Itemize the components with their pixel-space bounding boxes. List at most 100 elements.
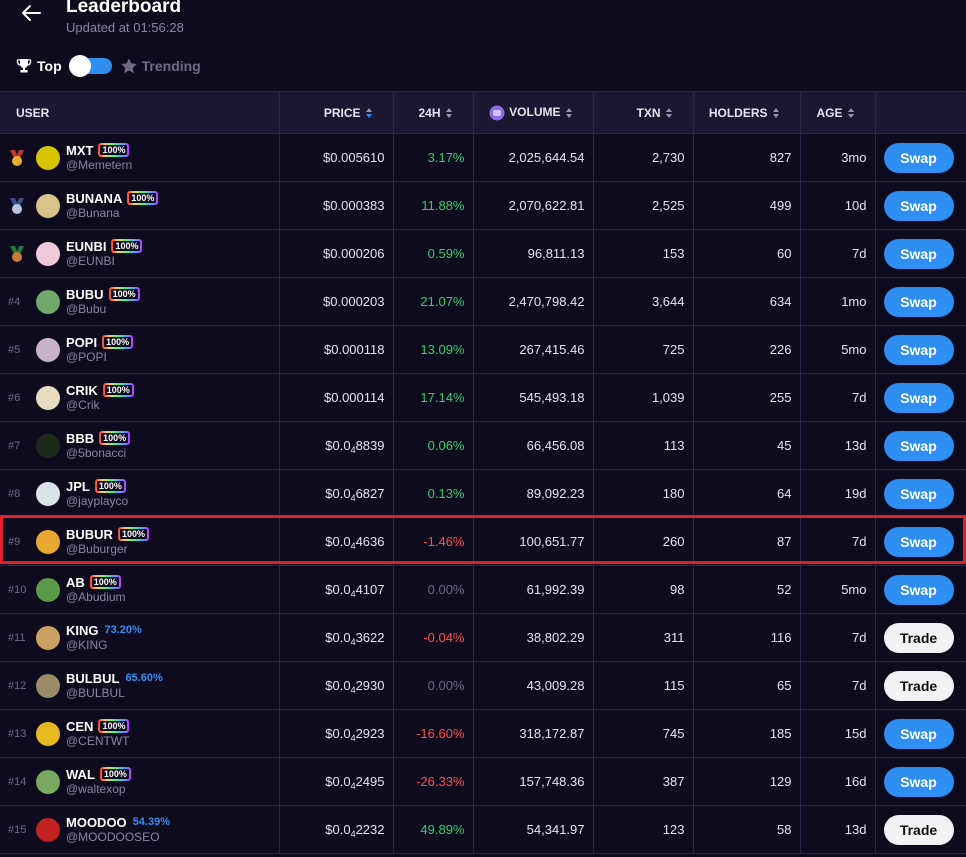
table-row[interactable]: EUNBI 100% @EUNBI $0.000206 0.59% 96,811.13 15… xyxy=(0,229,966,278)
table-row[interactable]: #15 MOODOO 54.39% @MOODOOSEO $0.042232 49.89%… xyxy=(0,805,966,854)
col-holders[interactable]: HOLDERS xyxy=(692,91,800,134)
tab-top[interactable]: Top xyxy=(16,58,62,74)
table-row[interactable]: #10 AB 100% @Abudium $0.044107 0.00% 61,992.39… xyxy=(0,565,966,614)
swap-button[interactable]: Swap xyxy=(883,766,954,797)
swap-button[interactable]: Swap xyxy=(883,430,954,461)
swap-button[interactable]: Swap xyxy=(883,142,954,173)
user-info[interactable]: #13 CEN 100% @CENTWT xyxy=(8,719,271,749)
swap-button[interactable]: Swap xyxy=(883,382,954,413)
user-cell[interactable]: #5 POPI 100% @POPI xyxy=(0,325,279,374)
user-cell[interactable]: EUNBI 100% @EUNBI xyxy=(0,229,279,278)
user-info[interactable]: #14 WAL 100% @waltexop xyxy=(8,767,271,797)
user-cell[interactable]: #14 WAL 100% @waltexop xyxy=(0,757,279,806)
token-name[interactable]: CRIK xyxy=(66,383,98,398)
creator-handle[interactable]: @5bonacci xyxy=(66,446,130,461)
token-name[interactable]: BUNANA xyxy=(66,191,122,206)
creator-handle[interactable]: @BULBUL xyxy=(66,686,163,701)
user-info[interactable]: #8 JPL 100% @jayplayco xyxy=(8,479,271,509)
user-cell[interactable]: #6 CRIK 100% @Crik xyxy=(0,373,279,422)
table-row[interactable]: #4 BUBU 100% @Bubu $0.000203 21.07% 2,470,798.… xyxy=(0,277,966,326)
creator-handle[interactable]: @Buburger xyxy=(66,542,149,557)
creator-handle[interactable]: @POPI xyxy=(66,350,133,365)
table-row[interactable]: #5 POPI 100% @POPI $0.000118 13.09% 267,415.46… xyxy=(0,325,966,374)
creator-handle[interactable]: @Abudium xyxy=(66,590,126,605)
tab-trending[interactable]: Trending xyxy=(120,57,201,75)
user-info[interactable]: BUNANA 100% @Bunana xyxy=(8,191,271,221)
token-name[interactable]: EUNBI xyxy=(66,239,106,254)
user-cell[interactable]: #8 JPL 100% @jayplayco xyxy=(0,469,279,518)
swap-button[interactable]: Swap xyxy=(883,190,954,221)
swap-button[interactable]: Swap xyxy=(883,286,954,317)
creator-handle[interactable]: @Bubu xyxy=(66,302,140,317)
user-info[interactable]: #7 BBB 100% @5bonacci xyxy=(8,431,271,461)
creator-handle[interactable]: @MOODOOSEO xyxy=(66,830,170,845)
token-name[interactable]: CEN xyxy=(66,719,93,734)
user-info[interactable]: #6 CRIK 100% @Crik xyxy=(8,383,271,413)
user-cell[interactable]: #15 MOODOO 54.39% @MOODOOSEO xyxy=(0,805,279,854)
col-price[interactable]: PRICE xyxy=(278,91,393,134)
creator-handle[interactable]: @CENTWT xyxy=(66,734,130,749)
table-row[interactable]: #9 BUBUR 100% @Buburger $0.044636 -1.46% 100,6… xyxy=(0,517,966,566)
user-info[interactable]: #15 MOODOO 54.39% @MOODOOSEO xyxy=(8,815,271,845)
swap-button[interactable]: Swap xyxy=(883,334,954,365)
token-name[interactable]: WAL xyxy=(66,767,95,782)
creator-handle[interactable]: @EUNBI xyxy=(66,254,142,269)
user-cell[interactable]: MXT 100% @Memetern xyxy=(0,133,279,182)
user-info[interactable]: #5 POPI 100% @POPI xyxy=(8,335,271,365)
token-name[interactable]: BBB xyxy=(66,431,94,446)
user-cell[interactable]: #13 CEN 100% @CENTWT xyxy=(0,709,279,758)
col-volume[interactable]: VOLUME xyxy=(472,91,593,134)
back-arrow-icon[interactable] xyxy=(20,2,46,26)
user-cell[interactable]: #9 BUBUR 100% @Buburger xyxy=(0,517,279,566)
col-24h[interactable]: 24H xyxy=(392,91,473,134)
swap-button[interactable]: Swap xyxy=(883,478,954,509)
user-cell[interactable]: #11 KING 73.20% @KING xyxy=(0,613,279,662)
trade-button[interactable]: Trade xyxy=(883,670,954,701)
table-row[interactable]: #14 WAL 100% @waltexop $0.042495 -26.33% 157,7… xyxy=(0,757,966,806)
col-txn[interactable]: TXN xyxy=(592,91,693,134)
token-name[interactable]: BULBUL xyxy=(66,671,119,686)
user-info[interactable]: #4 BUBU 100% @Bubu xyxy=(8,287,271,317)
col-age[interactable]: AGE xyxy=(799,91,875,134)
token-name[interactable]: BUBUR xyxy=(66,527,113,542)
user-info[interactable]: #9 BUBUR 100% @Buburger xyxy=(8,527,271,557)
token-name[interactable]: MOODOO xyxy=(66,815,127,830)
swap-button[interactable]: Swap xyxy=(883,238,954,269)
trade-button[interactable]: Trade xyxy=(883,622,954,653)
creator-handle[interactable]: @jayplayco xyxy=(66,494,128,509)
table-row[interactable]: #6 CRIK 100% @Crik $0.000114 17.14% 545,493.18… xyxy=(0,373,966,422)
table-row[interactable]: #8 JPL 100% @jayplayco $0.046827 0.13% 89,092.… xyxy=(0,469,966,518)
user-info[interactable]: #11 KING 73.20% @KING xyxy=(8,623,271,653)
token-name[interactable]: JPL xyxy=(66,479,90,494)
creator-handle[interactable]: @KING xyxy=(66,638,142,653)
user-cell[interactable]: #4 BUBU 100% @Bubu xyxy=(0,277,279,326)
user-cell[interactable]: #7 BBB 100% @5bonacci xyxy=(0,421,279,470)
token-name[interactable]: AB xyxy=(66,575,85,590)
table-row[interactable]: #13 CEN 100% @CENTWT $0.042923 -16.60% 318,172… xyxy=(0,709,966,758)
table-row[interactable]: #12 BULBUL 65.60% @BULBUL $0.042930 0.00% 43,0… xyxy=(0,661,966,710)
user-info[interactable]: #12 BULBUL 65.60% @BULBUL xyxy=(8,671,271,701)
user-cell[interactable]: #12 BULBUL 65.60% @BULBUL xyxy=(0,661,279,710)
swap-button[interactable]: Swap xyxy=(883,718,954,749)
table-row[interactable]: #11 KING 73.20% @KING $0.043622 -0.04% 38,802.… xyxy=(0,613,966,662)
table-row[interactable]: BUNANA 100% @Bunana $0.000383 11.88% 2,070,62… xyxy=(0,181,966,230)
token-name[interactable]: BUBU xyxy=(66,287,104,302)
token-name[interactable]: KING xyxy=(66,623,99,638)
swap-button[interactable]: Swap xyxy=(883,526,954,557)
user-cell[interactable]: #10 AB 100% @Abudium xyxy=(0,565,279,614)
user-info[interactable]: MXT 100% @Memetern xyxy=(8,143,271,173)
user-info[interactable]: #10 AB 100% @Abudium xyxy=(8,575,271,605)
creator-handle[interactable]: @waltexop xyxy=(66,782,131,797)
token-name[interactable]: POPI xyxy=(66,335,97,350)
user-cell[interactable]: BUNANA 100% @Bunana xyxy=(0,181,279,230)
top-trending-toggle[interactable] xyxy=(68,55,112,77)
table-row[interactable]: #7 BBB 100% @5bonacci $0.048839 0.06% 66,456.0… xyxy=(0,421,966,470)
table-row[interactable]: MXT 100% @Memetern $0.005610 3.17% 2,025,644.… xyxy=(0,133,966,182)
token-name[interactable]: MXT xyxy=(66,143,93,158)
creator-handle[interactable]: @Memetern xyxy=(66,158,132,173)
creator-handle[interactable]: @Crik xyxy=(66,398,134,413)
user-info[interactable]: EUNBI 100% @EUNBI xyxy=(8,239,271,269)
trade-button[interactable]: Trade xyxy=(883,814,954,845)
creator-handle[interactable]: @Bunana xyxy=(66,206,158,221)
swap-button[interactable]: Swap xyxy=(883,574,954,605)
